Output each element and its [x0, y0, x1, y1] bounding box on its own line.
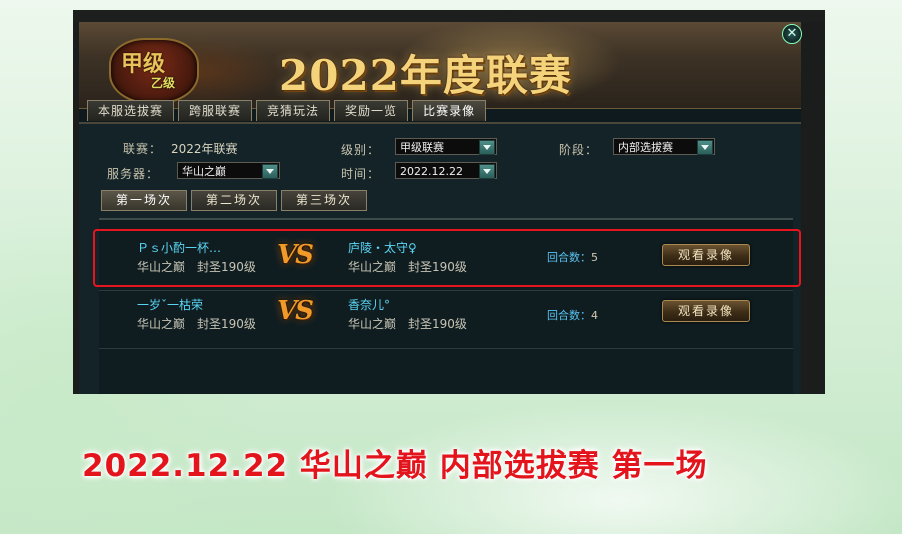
tab-cross-server[interactable]: 跨服联赛 [178, 100, 253, 121]
chevron-down-icon [262, 164, 278, 179]
tab-round-1[interactable]: 第一场次 [101, 190, 188, 211]
tab-betting[interactable]: 竞猜玩法 [256, 100, 331, 121]
banner-title: 2022年度联赛 [279, 51, 572, 100]
watch-replay-button[interactable]: 观看录像 [662, 300, 750, 322]
chevron-down-icon [479, 140, 495, 155]
video-caption: 2022.12.22 华山之巅 内部选拔赛 第一场 [82, 448, 708, 484]
stage-label: 阶段： [559, 143, 599, 157]
round-count: 回合数：4 [547, 307, 598, 323]
chevron-down-icon [697, 140, 713, 155]
match-row: 一岁ˇ一枯荣 华山之巅 封圣190级 VS 香奈儿° 华山之巅 封圣190级 回… [99, 290, 793, 349]
level-label: 级别： [341, 143, 381, 157]
time-select[interactable]: 2022.12.22 [395, 162, 497, 179]
main-tabs: 本服选拔赛 跨服联赛 竞猜玩法 奖励一览 比赛录像 [87, 100, 487, 122]
stage-select[interactable]: 内部选拔赛 [613, 138, 715, 155]
tab-round-3[interactable]: 第三场次 [281, 190, 368, 211]
left-player-name: 一岁ˇ一枯荣 [137, 298, 204, 312]
league-value: 2022年联赛 [171, 142, 238, 156]
round-tabs: 第一场次 第二场次 第三场次 [101, 190, 368, 211]
window-right-frame [801, 22, 825, 394]
chevron-down-icon [479, 164, 495, 179]
close-icon: ✕ [786, 26, 798, 41]
tab-local-selection[interactable]: 本服选拔赛 [87, 100, 175, 121]
game-window: 甲级 乙级 2022年度联赛 ✕ 本服选拔赛 跨服联赛 竞猜玩法 奖励一览 比赛… [73, 10, 825, 394]
window-top-strip [73, 10, 825, 22]
league-tier-logo: 甲级 乙级 [109, 38, 199, 104]
tab-replays[interactable]: 比赛录像 [412, 100, 487, 121]
time-label: 时间： [341, 167, 381, 181]
right-player-info: 华山之巅 封圣190级 [348, 317, 467, 331]
server-select-value: 华山之巅 [182, 165, 226, 178]
right-player-name: 香奈儿° [348, 298, 391, 312]
server-select[interactable]: 华山之巅 [177, 162, 280, 179]
tab-round-2[interactable]: 第二场次 [191, 190, 278, 211]
highlight-box [93, 229, 801, 287]
server-label: 服务器： [107, 167, 160, 181]
tab-rewards[interactable]: 奖励一览 [334, 100, 409, 121]
logo-sub-text: 乙级 [151, 76, 176, 90]
league-label: 联赛： [123, 142, 163, 156]
level-select[interactable]: 甲级联赛 [395, 138, 497, 155]
close-button[interactable]: ✕ [782, 24, 802, 44]
vs-icon: VS [277, 296, 314, 326]
round-count-label: 回合数： [547, 309, 591, 322]
level-select-value: 甲级联赛 [400, 141, 444, 154]
time-select-value: 2022.12.22 [400, 165, 463, 178]
left-player-info: 华山之巅 封圣190级 [137, 317, 256, 331]
round-count-value: 4 [591, 309, 598, 322]
league-banner: 甲级 乙级 2022年度联赛 [79, 22, 801, 109]
stage-select-value: 内部选拔赛 [618, 141, 673, 154]
